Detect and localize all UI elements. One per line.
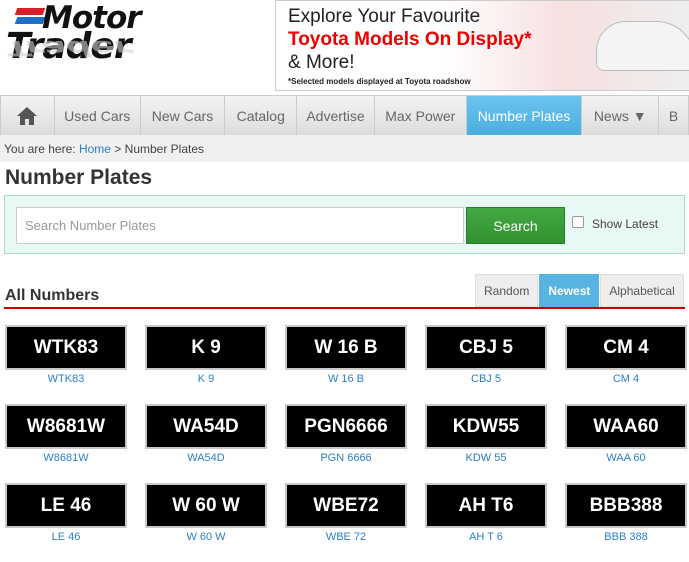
plate-link[interactable]: W 60 W [145,531,267,543]
breadcrumb-separator: > [110,142,125,156]
nav-item-catalog[interactable]: Catalog [225,96,298,135]
number-plate[interactable]: W 16 B [285,325,407,370]
number-plate[interactable]: CM 4 [565,325,687,370]
number-plate[interactable]: W 60 W [145,483,267,528]
logo-reflection: Trader [6,35,131,60]
number-plate[interactable]: WAA60 [565,404,687,449]
nav-item-news[interactable]: News ▼ [582,96,660,135]
number-plate[interactable]: W8681W [5,404,127,449]
breadcrumb: You are here: Home > Number Plates [0,135,689,162]
car-image [596,21,689,71]
logo-red-stripe [14,8,46,15]
plate-link[interactable]: BBB 388 [565,531,687,543]
plate-item: W 60 W W 60 W [145,483,267,562]
breadcrumb-prefix: You are here: [4,142,79,156]
plate-link[interactable]: AH T 6 [425,531,547,543]
plate-link[interactable]: K 9 [145,373,267,385]
show-latest-label[interactable]: Show Latest [592,217,658,231]
plate-link[interactable]: LE 46 [5,531,127,543]
section-title: All Numbers [5,287,100,304]
page-title: Number Plates [5,166,153,189]
home-icon [17,106,38,125]
plate-link[interactable]: WAA 60 [565,452,687,464]
main-nav: Used Cars New Cars Catalog Advertise Max Pow… [0,95,689,135]
plate-link[interactable]: WTK83 [5,373,127,385]
number-plate[interactable]: WA54D [145,404,267,449]
section-divider [4,307,685,309]
number-plate[interactable]: AH T6 [425,483,547,528]
search-input[interactable] [16,207,464,244]
search-box: Search Show Latest [4,195,685,254]
plates-grid: WTK83 WTK83 K 9K 9W 16 BW 16 B CBJ 5 CBJ 5 CM… [5,325,687,562]
number-plate[interactable]: K 9 [145,325,267,370]
plate-item: K 9K 9 [145,325,267,404]
breadcrumb-current: Number Plates [124,142,205,156]
sort-tabs: Random Newest Alphabetical [475,274,684,307]
nav-home[interactable] [0,96,55,135]
breadcrumb-home-link[interactable]: Home [79,142,111,156]
banner-line1: Explore Your Favourite [288,6,481,27]
plate-link[interactable]: PGN 6666 [285,452,407,464]
show-latest-checkbox[interactable] [572,216,584,228]
nav-item-b[interactable]: B [659,96,689,135]
banner-line2: Toyota Models On Display* [288,29,532,50]
banner-footnote: *Selected models displayed at Toyota roa… [288,77,471,86]
number-plate[interactable]: KDW55 [425,404,547,449]
plate-link[interactable]: KDW 55 [425,452,547,464]
ad-banner[interactable]: Explore Your Favourite Toyota Models On … [275,0,689,91]
search-button[interactable]: Search [466,207,565,244]
nav-item-used-cars[interactable]: Used Cars [55,96,141,135]
number-plate[interactable]: BBB388 [565,483,687,528]
plate-item: CM 4 CM 4 [565,325,687,404]
plate-link[interactable]: CBJ 5 [425,373,547,385]
plate-link[interactable]: W8681W [5,452,127,464]
plate-item: LE 46 LE 46 [5,483,127,562]
plate-item: WTK83 WTK83 [5,325,127,404]
plate-item: WBE72 WBE 72 [285,483,407,562]
plate-item: W8681W W8681W [5,404,127,483]
plate-item: WAA60 WAA 60 [565,404,687,483]
nav-item-advertise[interactable]: Advertise [297,96,375,135]
number-plate[interactable]: WBE72 [285,483,407,528]
banner-line3: & More! [288,52,355,73]
sort-tab-newest[interactable]: Newest [539,274,600,307]
plate-link[interactable]: WBE 72 [285,531,407,543]
number-plate[interactable]: WTK83 [5,325,127,370]
plate-item: CBJ 5 CBJ 5 [425,325,547,404]
sort-tab-alphabetical[interactable]: Alphabetical [600,274,684,307]
plate-item: PGN6666 PGN 6666 [285,404,407,483]
plate-item: WA54D WA54D [145,404,267,483]
nav-item-new-cars[interactable]: New Cars [141,96,226,135]
nav-item-max-power[interactable]: Max Power [375,96,467,135]
logo-blue-stripe [14,17,46,24]
plate-item: AH T6 AH T 6 [425,483,547,562]
number-plate[interactable]: LE 46 [5,483,127,528]
motor-trader-logo[interactable]: Motor Trader Trader [4,0,224,87]
number-plate[interactable]: PGN6666 [285,404,407,449]
plate-link[interactable]: CM 4 [565,373,687,385]
plate-link[interactable]: W 16 B [285,373,407,385]
header: Motor Trader Trader Explore Your Favouri… [0,0,689,95]
sort-tab-random[interactable]: Random [475,274,539,307]
plate-link[interactable]: WA54D [145,452,267,464]
plate-item: W 16 B W 16 B [285,325,407,404]
plate-item: BBB388 BBB 388 [565,483,687,562]
plate-item: KDW55 KDW 55 [425,404,547,483]
nav-item-number-plates[interactable]: Number Plates [466,96,583,135]
number-plate[interactable]: CBJ 5 [425,325,547,370]
